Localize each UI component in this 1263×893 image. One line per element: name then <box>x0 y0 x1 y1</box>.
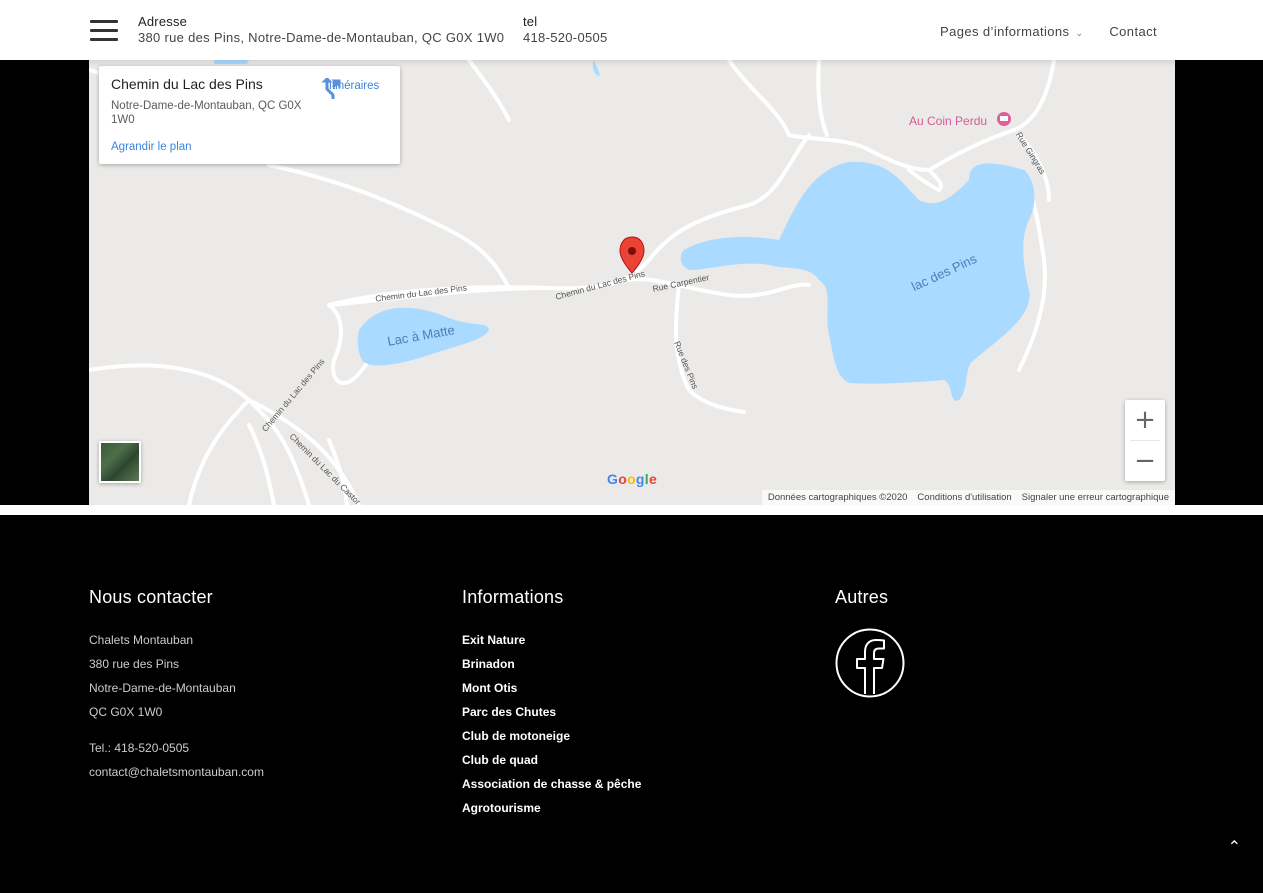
info-link[interactable]: Parc des Chutes <box>462 700 641 724</box>
section-gap <box>0 505 1263 515</box>
contact-heading: Nous contacter <box>89 587 213 607</box>
map-embed[interactable]: Lac à Matte lac des Pins Chemin du Lac d… <box>89 60 1175 505</box>
chevron-down-icon: ⌄ <box>1075 28 1084 38</box>
directions-icon <box>321 78 341 99</box>
company-name: Chalets Montauban <box>89 633 194 647</box>
zoom-in-button[interactable]: + <box>1125 400 1165 440</box>
poi-pin-icon[interactable] <box>997 112 1011 126</box>
others-heading: Autres <box>835 587 889 607</box>
info-link[interactable]: Mont Otis <box>462 676 641 700</box>
header-address: Adresse 380 rue des Pins, Notre-Dame-de-… <box>138 14 504 46</box>
back-to-top-icon[interactable]: ⌃ <box>1228 837 1241 857</box>
zoom-controls: + − <box>1125 400 1165 481</box>
info-link[interactable]: Exit Nature <box>462 628 641 652</box>
nav-contact[interactable]: Contact <box>1109 24 1157 39</box>
enlarge-map-link[interactable]: Agrandir le plan <box>111 141 192 153</box>
info-heading: Informations <box>462 587 564 607</box>
map-info-card: Chemin du Lac des Pins Notre-Dame-de-Mon… <box>99 66 400 164</box>
info-link[interactable]: Association de chasse & pêche <box>462 772 641 796</box>
facebook-icon[interactable] <box>835 628 905 698</box>
site-header: Adresse 380 rue des Pins, Notre-Dame-de-… <box>0 0 1263 60</box>
map-data-credit: Données cartographiques ©2020 <box>767 492 908 503</box>
company-tel[interactable]: Tel.: 418-520-0505 <box>89 736 264 760</box>
place-address: Notre-Dame-de-Montauban, QC G0X 1W0 <box>111 100 302 126</box>
tel-label: tel <box>523 14 538 29</box>
nav-info-pages[interactable]: Pages d’informations ⌄ <box>940 24 1083 39</box>
info-link[interactable]: Club de quad <box>462 748 641 772</box>
menu-icon[interactable] <box>90 20 118 42</box>
report-error-link[interactable]: Signaler une erreur cartographique <box>1022 492 1169 505</box>
satellite-layer-toggle[interactable] <box>99 441 141 483</box>
site-footer: Nous contacter Chalets Montauban 380 rue… <box>0 515 1263 893</box>
nav-info-pages-label: Pages d’informations <box>940 24 1070 39</box>
terms-link[interactable]: Conditions d'utilisation <box>917 492 1011 505</box>
header-tel: tel 418-520-0505 <box>523 14 608 46</box>
map-attribution: Données cartographiques ©2020 Conditions… <box>761 490 1175 505</box>
place-title: Chemin du Lac des Pins <box>111 76 263 92</box>
address-label: Adresse <box>138 14 188 29</box>
address-value: 380 rue des Pins, Notre-Dame-de-Montauba… <box>138 30 505 45</box>
company-street: 380 rue des Pins <box>89 657 180 671</box>
info-link[interactable]: Agrotourisme <box>462 796 641 820</box>
footer-contact: Nous contacter Chalets Montauban 380 rue… <box>89 587 264 784</box>
info-link[interactable]: Club de motoneige <box>462 724 641 748</box>
company-city: Notre-Dame-de-Montauban <box>89 681 236 695</box>
directions-button[interactable]: Itinéraires <box>319 78 389 99</box>
zoom-out-button[interactable]: − <box>1125 441 1165 481</box>
poi-label[interactable]: Au Coin Perdu <box>909 114 987 128</box>
footer-info: Informations Exit Nature Brinadon Mont O… <box>462 587 641 820</box>
company-email[interactable]: contact@chaletsmontauban.com <box>89 760 264 784</box>
company-postal: QC G0X 1W0 <box>89 705 163 719</box>
tel-value[interactable]: 418-520-0505 <box>523 30 608 46</box>
footer-others: Autres <box>835 587 905 698</box>
main-nav: Pages d’informations ⌄ Contact <box>940 24 1157 39</box>
info-link[interactable]: Brinadon <box>462 652 641 676</box>
google-logo: Google <box>607 471 658 487</box>
